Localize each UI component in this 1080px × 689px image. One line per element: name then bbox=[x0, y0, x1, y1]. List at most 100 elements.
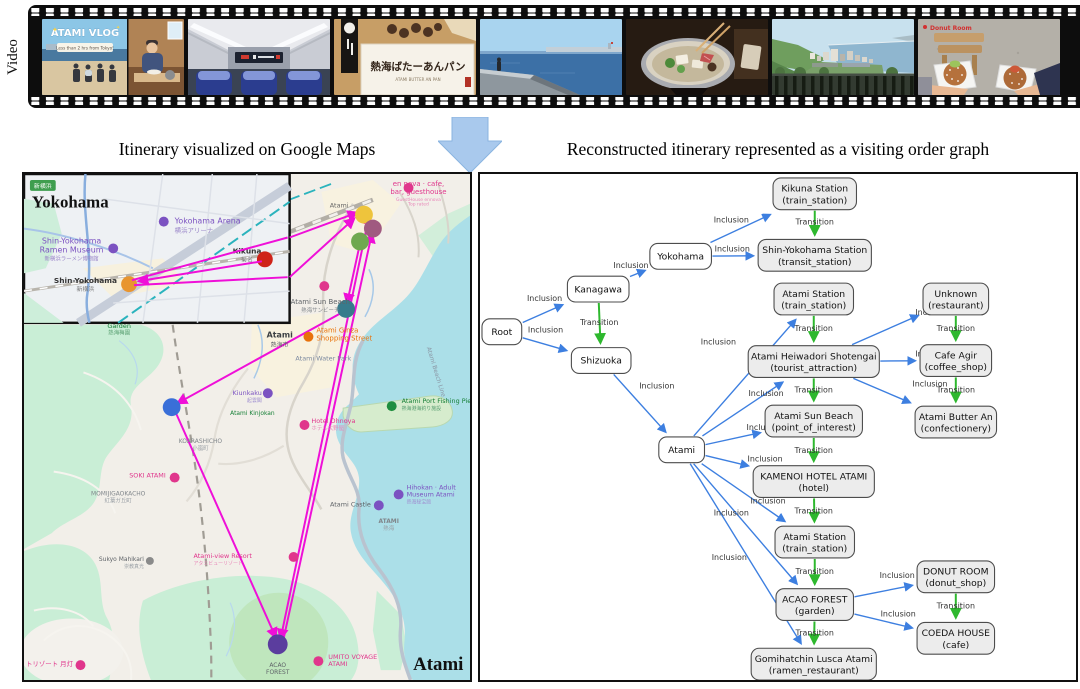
bakery-sign-subtext: ATAMI BUTTER AN PAN bbox=[395, 77, 440, 82]
yokohama-inset-map: 新横浜 YokohamaYokohama Arena横浜アリーナShin-Yok… bbox=[24, 174, 290, 323]
film-frame-bakery-sign: 熱海ばたーあんパン ATAMI BUTTER AN PAN bbox=[334, 19, 476, 95]
map-label: Hotel Ohnoya bbox=[311, 417, 355, 425]
svg-text:DONUT ROOM: DONUT ROOM bbox=[923, 567, 989, 578]
map-label: 熱海港海釣り施設 bbox=[402, 405, 442, 412]
video-filmstrip: ATAMI VLOG ✦ ✦ Less than 2 hrs from Toky… bbox=[28, 5, 1080, 108]
map-label: 小嵐町 bbox=[192, 444, 209, 452]
film-frame-city-view bbox=[772, 19, 914, 95]
svg-text:Yokohama: Yokohama bbox=[656, 252, 704, 263]
map-label: Atami Ginza bbox=[316, 327, 358, 335]
map-label: Shin-Yokohama bbox=[42, 236, 102, 245]
map-dot-ramen-museum-poi bbox=[108, 243, 118, 253]
map-label: 新横浜ラーメン博物館 bbox=[45, 254, 100, 262]
edge-label: Inclusion bbox=[613, 261, 648, 270]
map-label: Kiunkaku bbox=[233, 389, 262, 397]
map-label: 熱海サンビーチ bbox=[301, 306, 339, 314]
map-label: en nova · cafe, bbox=[393, 180, 444, 188]
svg-text:(hotel): (hotel) bbox=[798, 483, 829, 494]
region-label-atami: Atami bbox=[413, 654, 463, 675]
edge-label: Transition bbox=[936, 602, 975, 611]
svg-text:Shizuoka: Shizuoka bbox=[580, 356, 621, 367]
map-dot-poi bbox=[300, 420, 310, 430]
map-dot-kikuna-station bbox=[257, 251, 273, 267]
bakery-sign-text: 熱海ばたーあんパン bbox=[370, 60, 465, 73]
edge-label: Transition bbox=[936, 324, 975, 333]
svg-text:(point_of_interest): (point_of_interest) bbox=[772, 422, 856, 433]
edge-acao-donut bbox=[854, 585, 912, 596]
map-label: Garden bbox=[107, 322, 131, 330]
region-label-yokohama: Yokohama bbox=[32, 193, 109, 212]
figure-root: Video bbox=[0, 0, 1080, 689]
edge-label: Inclusion bbox=[714, 216, 749, 225]
map-label: Atami bbox=[330, 202, 349, 210]
graph-node-shotengai: Atami Heiwadori Shotengai(tourist_attrac… bbox=[748, 346, 879, 378]
edge-label: Transition bbox=[936, 385, 975, 394]
edge-label: Inclusion bbox=[881, 610, 916, 619]
svg-text:Cafe Agir: Cafe Agir bbox=[935, 350, 978, 361]
edge-kanagawa-yokohama bbox=[630, 271, 645, 277]
edge-label: Inclusion bbox=[527, 294, 562, 303]
sparkle-icon: ✦ bbox=[116, 25, 120, 31]
graph-node-kamenoi: KAMENOI HOTEL ATAMI(hotel) bbox=[753, 466, 874, 498]
sprocket-row-top bbox=[30, 8, 1078, 16]
map-label: Shopping Street bbox=[316, 335, 372, 343]
map-label: 熱海梅園 bbox=[108, 329, 130, 337]
edge-shotengai-unknown bbox=[852, 316, 918, 345]
sparkle-icon: ✦ bbox=[52, 26, 58, 34]
map-dot-poi bbox=[76, 660, 86, 670]
map-label: Shin-Yokohama bbox=[54, 276, 117, 285]
edge-label: Inclusion bbox=[714, 508, 749, 517]
map-label: Sukyo Mahikari bbox=[99, 556, 144, 563]
svg-text:Gomihatchin Lusca Atami: Gomihatchin Lusca Atami bbox=[755, 654, 873, 665]
graph-node-gomi: Gomihatchin Lusca Atami(ramen_restaurant… bbox=[751, 648, 876, 680]
graph-panel: Inclusion Inclusion Inclusion Inclusion Incl… bbox=[478, 172, 1078, 682]
graph-node-shinyoko: Shin-Yokohama Station(transit_station) bbox=[758, 239, 871, 271]
svg-text:Shin-Yokohama Station: Shin-Yokohama Station bbox=[762, 245, 867, 256]
film-frame-train-interior bbox=[188, 19, 330, 95]
svg-text:(restaurant): (restaurant) bbox=[928, 300, 983, 311]
map-dot-shotengai-stop bbox=[351, 233, 369, 251]
edge-label: Transition bbox=[795, 218, 834, 227]
svg-text:Kikuna Station: Kikuna Station bbox=[781, 184, 848, 195]
edge-label: Transition bbox=[579, 318, 618, 327]
graph-node-kanagawa: Kanagawa bbox=[567, 276, 629, 302]
graph-node-sunbeach: Atami Sun Beach(point_of_interest) bbox=[765, 405, 862, 437]
map-label: 紅葉ガ丘町 bbox=[105, 496, 133, 504]
film-frame-title-card: ATAMI VLOG ✦ ✦ Less than 2 hrs from Toky… bbox=[42, 19, 184, 95]
svg-text:Root: Root bbox=[491, 327, 512, 338]
map-label: Atami Water Park bbox=[295, 355, 351, 363]
map-dot-poi bbox=[303, 332, 313, 342]
edge-atami-sunbeach bbox=[705, 433, 760, 445]
svg-text:COEDA HOUSE: COEDA HOUSE bbox=[922, 628, 991, 639]
edge-label: Transition bbox=[794, 506, 833, 515]
map-panel: 新横浜 YokohamaYokohama Arena横浜アリーナShin-Yok… bbox=[22, 172, 472, 682]
svg-text:Kanagawa: Kanagawa bbox=[574, 284, 622, 295]
graph-node-root: Root bbox=[482, 319, 522, 345]
map-label: Atami Castle bbox=[330, 500, 371, 508]
map-label: Museum Atami bbox=[407, 490, 455, 498]
edge-label: Inclusion bbox=[747, 455, 782, 464]
map-dot-poi bbox=[394, 490, 404, 500]
film-frame-sea-pier bbox=[480, 19, 622, 95]
map-dot-poi bbox=[319, 281, 329, 291]
map-label: Atami bbox=[267, 331, 294, 340]
edge-atami-kamenoi bbox=[705, 456, 748, 466]
map-label: ACAO bbox=[269, 662, 286, 669]
edge-label: Inclusion bbox=[715, 244, 750, 253]
map-label: 熱海 bbox=[383, 524, 394, 532]
svg-text:Atami Butter An: Atami Butter An bbox=[919, 412, 993, 423]
map-label: 横浜アリーナ bbox=[175, 226, 214, 235]
edge-label: Inclusion bbox=[528, 326, 563, 335]
graph-node-unknown: Unknown(restaurant) bbox=[923, 283, 989, 315]
svg-text:KAMENOI HOTEL ATAMI: KAMENOI HOTEL ATAMI bbox=[760, 471, 867, 482]
edge-label: Inclusion bbox=[880, 571, 915, 580]
sprocket-row-bottom bbox=[30, 97, 1078, 105]
edge-label: Transition bbox=[794, 385, 833, 394]
edge-label: Transition bbox=[795, 628, 834, 637]
map-label: 熱海秘宝館 bbox=[407, 498, 432, 505]
map-label: MOMIJIGAOKACHO bbox=[91, 490, 146, 497]
graph-node-atami: Atami bbox=[659, 437, 705, 463]
svg-text:Atami: Atami bbox=[668, 445, 695, 456]
graph-panel-title: Reconstructed itinerary represented as a… bbox=[478, 139, 1078, 160]
map-label: Top rated bbox=[407, 202, 429, 208]
